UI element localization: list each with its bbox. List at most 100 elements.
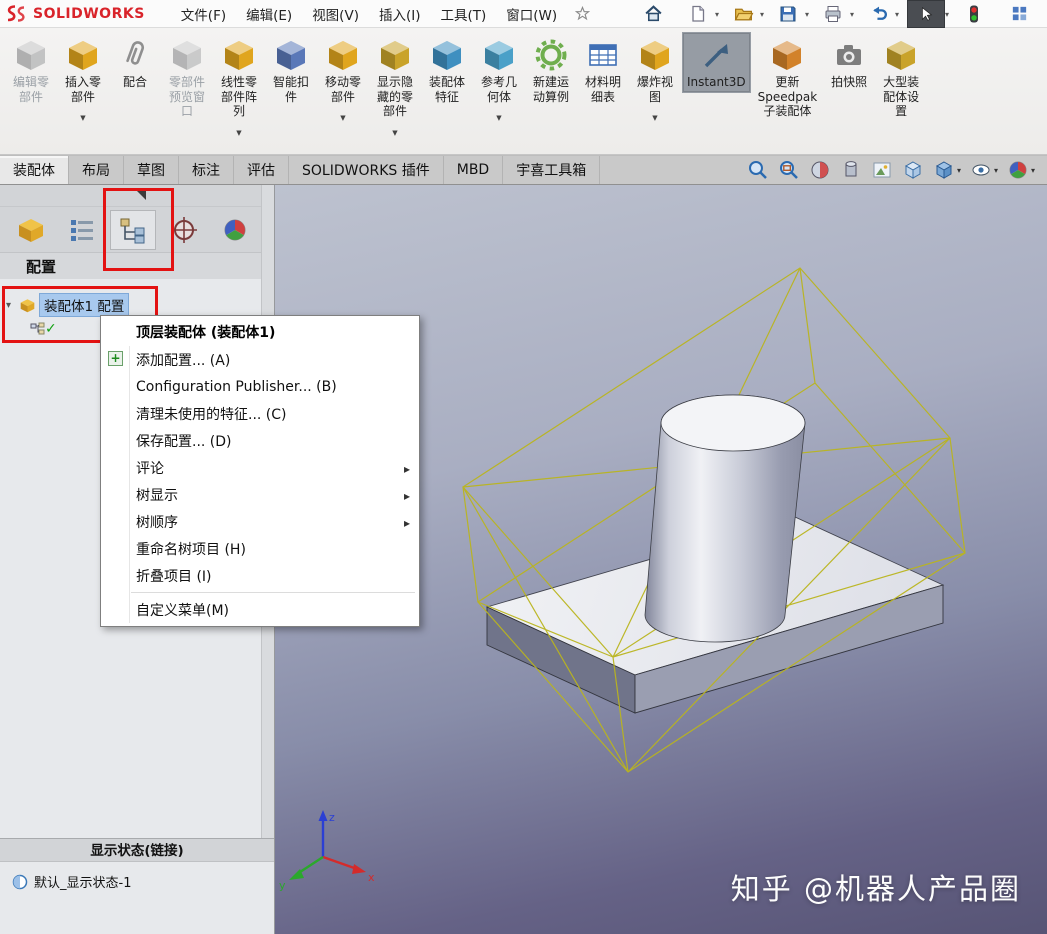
ribbon-button-icon (482, 37, 516, 73)
ribbon-button-icon (586, 37, 620, 73)
undo-icon[interactable] (862, 1, 894, 27)
assembly-icon (19, 297, 36, 314)
print-icon[interactable] (817, 1, 849, 27)
context-menu-item[interactable]: 添加配置... (A) (101, 346, 419, 373)
command-tab[interactable]: 标注 (179, 156, 234, 184)
ribbon-button[interactable]: 材料明 细表 (578, 32, 628, 107)
menu-item[interactable]: 插入(I) (369, 0, 431, 28)
ribbon-button-icon (884, 37, 918, 73)
ribbon-button-label: 爆炸视 图 (637, 75, 673, 104)
ribbon-button-label: 显示隐 藏的零 部件 (377, 75, 413, 119)
command-tabs-bar: 装配体布局草图标注评估SOLIDWORKS 插件MBD宇喜工具箱 (0, 155, 1047, 185)
command-tab[interactable]: 布局 (69, 156, 124, 184)
ribbon-button-icon (14, 37, 48, 73)
pin-star-icon[interactable] (575, 6, 590, 21)
select-icon[interactable] (907, 0, 945, 28)
menu-item[interactable]: 视图(V) (302, 0, 369, 28)
options-grid-icon[interactable] (1003, 1, 1035, 27)
featuremanager-tab-icon[interactable] (8, 210, 54, 250)
context-menu-item[interactable]: 重命名树项目 (H) (101, 535, 419, 562)
ribbon-button-label: 大型装 配体设 置 (883, 75, 919, 119)
ribbon-button[interactable]: 插入零 部件 (58, 32, 108, 127)
propertymanager-tab-icon[interactable] (59, 210, 105, 250)
menu-item[interactable]: 工具(T) (430, 0, 496, 28)
context-menu-item[interactable]: 评论 (101, 454, 419, 481)
ribbon-button-label: 插入零 部件 (65, 75, 101, 104)
display-style-icon[interactable] (840, 159, 862, 181)
context-menu-items: 添加配置... (A) Configuration Publisher... (… (101, 346, 419, 623)
display-state-icon (12, 874, 28, 890)
ribbon-button-label: 装配体 特征 (429, 75, 465, 104)
submenu-arrow-icon (404, 461, 410, 477)
cylinder-boss[interactable] (645, 395, 805, 642)
dimxpertmanager-tab-icon[interactable] (161, 210, 207, 250)
zoom-to-fit-icon[interactable] (747, 159, 769, 181)
section-view-icon[interactable] (809, 159, 831, 181)
appearance-sphere-icon[interactable] (1007, 159, 1035, 181)
context-menu-item[interactable]: 清理未使用的特征... (C) (101, 400, 419, 427)
active-config-check-icon (45, 321, 57, 337)
ribbon-button[interactable]: 线性零 部件阵 列 (214, 32, 264, 142)
command-tab[interactable]: 草图 (124, 156, 179, 184)
panel-title: 配置 (0, 253, 274, 279)
ribbon-button[interactable]: 装配体 特征 (422, 32, 472, 107)
command-tab[interactable]: SOLIDWORKS 插件 (289, 156, 444, 184)
heads-up-toolbar (747, 156, 1047, 184)
ribbon-button[interactable]: 智能扣 件 (266, 32, 316, 107)
ribbon-button[interactable]: 移动零 部件 (318, 32, 368, 127)
context-menu-item (131, 592, 415, 593)
ribbon-button[interactable]: 显示隐 藏的零 部件 (370, 32, 420, 142)
dropdown-caret-icon (236, 120, 241, 139)
home-icon[interactable] (637, 1, 669, 27)
ribbon-button[interactable]: Instant3D (682, 32, 751, 93)
context-menu-item-label: Configuration Publisher... (B) (136, 379, 337, 395)
context-menu-item[interactable]: Configuration Publisher... (B) (101, 373, 419, 400)
ribbon-button[interactable]: 编辑零 部件 (6, 32, 56, 107)
solidworks-logo: SOLIDWORKS (6, 4, 145, 24)
display-state-item[interactable]: 默认_显示状态-1 (12, 872, 262, 891)
panel-tabs (0, 207, 274, 253)
display-states-header: 显示状态(链接) (0, 838, 274, 862)
ribbon-button[interactable]: 拍快照 (824, 32, 874, 93)
zoom-to-area-icon[interactable] (778, 159, 800, 181)
ribbon-button[interactable]: 配合 (110, 32, 160, 93)
context-menu-item[interactable]: 树显示 (101, 481, 419, 508)
ribbon-button-label: 零部件 预览窗 口 (169, 75, 205, 119)
context-menu-item[interactable]: 折叠项目 (I) (101, 562, 419, 589)
save-icon[interactable] (772, 1, 804, 27)
context-menu-item[interactable]: 自定义菜单(M) (101, 596, 419, 623)
flyout-arrow-icon[interactable] (137, 191, 146, 200)
triad-z-label: z (329, 811, 335, 824)
displaymanager-tab-icon[interactable] (212, 210, 258, 250)
apply-scene-icon[interactable] (871, 159, 893, 181)
context-menu-item-label: 自定义菜单(M) (136, 600, 229, 620)
command-tab[interactable]: 评估 (234, 156, 289, 184)
ribbon-button[interactable]: 爆炸视 图 (630, 32, 680, 127)
quick-access-toolbar (637, 0, 1043, 28)
ribbon-button[interactable]: 更新 Speedpak 子装配体 (753, 32, 823, 122)
command-tab[interactable]: 装配体 (0, 156, 69, 184)
ribbon-button[interactable]: 参考几 何体 (474, 32, 524, 127)
ribbon-button[interactable]: 新建运 动算例 (526, 32, 576, 107)
view-cube-icon[interactable] (933, 159, 961, 181)
expand-arrow-icon[interactable] (6, 300, 19, 311)
menu-item[interactable]: 文件(F) (171, 0, 236, 28)
context-menu-item-label: 清理未使用的特征... (C) (136, 404, 287, 424)
command-tab[interactable]: MBD (444, 156, 503, 184)
rebuild-lights-icon[interactable] (958, 1, 990, 27)
menu-item[interactable]: 窗口(W) (496, 0, 567, 28)
context-menu-item[interactable]: 树顺序 (101, 508, 419, 535)
view-orientation-icon[interactable] (902, 159, 924, 181)
ribbon-button[interactable]: 大型装 配体设 置 (876, 32, 926, 122)
context-menu-item[interactable]: 保存配置... (D) (101, 427, 419, 454)
new-document-icon[interactable] (682, 1, 714, 27)
hide-show-items-icon[interactable] (970, 159, 998, 181)
ribbon-button-icon (222, 37, 256, 73)
add-configuration-icon (108, 351, 123, 366)
command-tab[interactable]: 宇喜工具箱 (503, 156, 600, 184)
tree-item-assembly-config[interactable]: 装配体1 配置 (0, 293, 261, 317)
open-icon[interactable] (727, 1, 759, 27)
menu-item[interactable]: 编辑(E) (236, 0, 302, 28)
configurationmanager-tab-icon[interactable] (110, 210, 156, 250)
ribbon-button[interactable]: 零部件 预览窗 口 (162, 32, 212, 122)
